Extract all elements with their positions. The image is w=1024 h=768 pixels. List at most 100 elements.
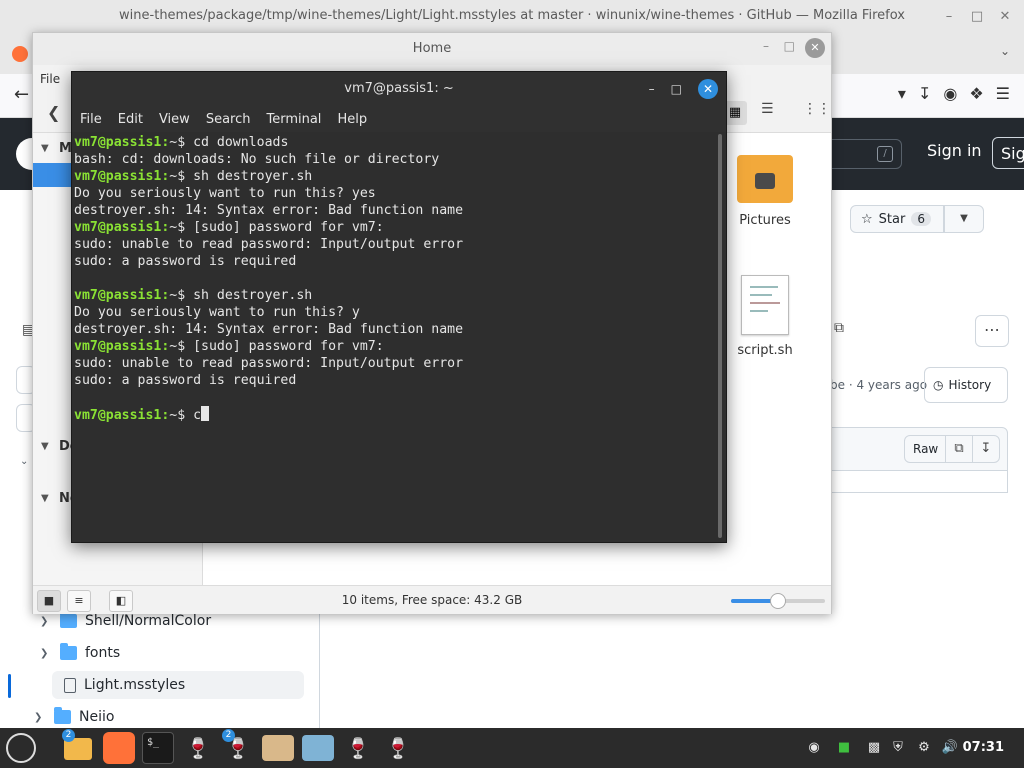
terminal-text: Do you seriously want to run this? yes bbox=[74, 186, 376, 201]
back-icon[interactable]: ← bbox=[14, 84, 29, 105]
terminal-line: vm7@passis1:~$ c bbox=[74, 406, 714, 423]
pictures-folder-icon bbox=[737, 155, 793, 203]
list-view-icon[interactable]: ☰ bbox=[761, 101, 774, 117]
raw-button[interactable]: Raw bbox=[904, 435, 948, 463]
terminal-line: bash: cd: downloads: No such file or dir… bbox=[74, 151, 714, 168]
collapse-icon[interactable]: ▼ bbox=[41, 143, 49, 154]
chevron-right-icon: ❯ bbox=[34, 711, 43, 723]
terminal-prompt-path: ~$ bbox=[169, 169, 194, 184]
maximize-icon[interactable]: □ bbox=[966, 6, 988, 28]
tree-item[interactable]: ❯ fonts bbox=[40, 639, 120, 667]
zoom-slider[interactable] bbox=[731, 593, 825, 609]
system-monitor-icon[interactable]: ■ bbox=[834, 738, 854, 758]
compact-view-icon[interactable]: ⋮⋮ bbox=[803, 101, 831, 117]
terminal-prompt: vm7@passis1: bbox=[74, 220, 170, 235]
files-launcher[interactable]: 2 bbox=[62, 729, 94, 764]
close-icon[interactable]: ✕ bbox=[994, 6, 1016, 28]
terminal-prompt-path: ~$ bbox=[169, 220, 194, 235]
wine-glasses-icon[interactable]: 🍷 bbox=[182, 732, 214, 764]
chevron-right-icon: ❯ bbox=[40, 615, 49, 627]
terminal-text: cd downloads bbox=[193, 135, 289, 150]
firefox-title: wine-themes/package/tmp/wine-themes/Ligh… bbox=[0, 0, 1024, 34]
pocket-icon[interactable]: ▾ bbox=[898, 84, 906, 103]
terminal-menu-help[interactable]: Help bbox=[329, 112, 375, 127]
file-tree: ❯ Shell/NormalColor ❯ fonts Light.msstyl… bbox=[0, 611, 320, 731]
terminal-launcher-icon[interactable]: $_ bbox=[142, 732, 174, 764]
search-shortcut-hint: / bbox=[877, 146, 893, 162]
terminal-line: sudo: a password is required bbox=[74, 372, 714, 389]
terminal-scrollbar[interactable] bbox=[718, 134, 722, 538]
tree-item-selected[interactable]: Light.msstyles bbox=[52, 671, 304, 699]
terminal-line: sudo: unable to read password: Input/out… bbox=[74, 236, 714, 253]
star-dropdown-icon[interactable]: ▼ bbox=[944, 205, 984, 233]
download-icon[interactable]: ↧ bbox=[918, 84, 931, 103]
minimize-icon[interactable]: – bbox=[649, 82, 655, 96]
close-icon[interactable]: ✕ bbox=[805, 38, 825, 58]
terminal-prompt-path: ~$ bbox=[169, 408, 194, 423]
terminal-line: sudo: unable to read password: Input/out… bbox=[74, 355, 714, 372]
terminal-menu-terminal[interactable]: Terminal bbox=[258, 112, 329, 127]
window-count-badge: 2 bbox=[62, 729, 75, 742]
terminal-output[interactable]: vm7@passis1:~$ cd downloads bash: cd: dow… bbox=[74, 132, 714, 540]
copy-path-icon[interactable]: ⧉ bbox=[834, 320, 844, 336]
maximize-icon[interactable]: □ bbox=[784, 39, 795, 53]
tree-item-label: Shell/NormalColor bbox=[85, 613, 212, 629]
star-button[interactable]: ☆ Star 6 bbox=[850, 205, 944, 233]
file-manager-statusbar: ■ ≡ ◧ 10 items, Free space: 43.2 GB bbox=[33, 585, 831, 614]
collapse-icon[interactable]: ▼ bbox=[41, 441, 49, 452]
start-menu-icon[interactable] bbox=[6, 733, 36, 763]
tree-item[interactable]: ❯ Neiio bbox=[34, 703, 114, 731]
sidebar-section-my-computer[interactable]: M bbox=[59, 141, 72, 156]
account-icon[interactable]: ◉ bbox=[943, 84, 957, 103]
clock[interactable]: 07:31 bbox=[963, 728, 1004, 768]
taskbar: 2 $_ 🍷 🍷 2 🍷 🍷 ◉ ■ ▩ ⛨ ⚙ 🔊 07:31 bbox=[0, 728, 1024, 768]
terminal-prompt: vm7@passis1: bbox=[74, 288, 170, 303]
terminal-text: sh destroyer.sh bbox=[193, 169, 313, 184]
sign-in-link[interactable]: Sign in bbox=[927, 141, 982, 160]
terminal-prompt: vm7@passis1: bbox=[74, 408, 170, 423]
shield-icon[interactable]: ⛨ bbox=[888, 738, 908, 758]
firefox-toolbar-icons: ▾ ↧ ◉ ❖ ☰ bbox=[898, 84, 1010, 103]
terminal-menu-view[interactable]: View bbox=[151, 112, 198, 127]
history-button[interactable]: ◷ History bbox=[924, 367, 1008, 403]
terminal-text: [sudo] password for vm7: bbox=[193, 220, 384, 235]
terminal-menu-file[interactable]: File bbox=[72, 112, 110, 127]
wine-launcher-icon[interactable]: 🍷 2 bbox=[222, 729, 254, 764]
copy-raw-icon[interactable]: ⧉ bbox=[945, 435, 973, 463]
zoom-handle[interactable] bbox=[770, 593, 786, 609]
file-item-script[interactable]: script.sh bbox=[729, 275, 801, 358]
terminal-line: vm7@passis1:~$ [sudo] password for vm7: bbox=[74, 219, 714, 236]
file-item-pictures[interactable]: Pictures bbox=[729, 155, 801, 228]
close-icon[interactable]: ✕ bbox=[698, 79, 718, 99]
terminal-menu-search[interactable]: Search bbox=[198, 112, 259, 127]
tree-expand-icon[interactable]: ⌄ bbox=[20, 456, 28, 467]
volume-icon[interactable]: 🔊 bbox=[940, 738, 960, 758]
more-options-icon[interactable]: ⋯ bbox=[975, 315, 1009, 347]
network-icon[interactable]: ⚙ bbox=[914, 738, 934, 758]
archive-icon[interactable] bbox=[262, 735, 294, 761]
terminal-prompt: vm7@passis1: bbox=[74, 169, 170, 184]
folder-icon bbox=[54, 707, 71, 724]
minimize-icon[interactable]: – bbox=[938, 6, 960, 28]
back-icon[interactable]: ❮ bbox=[47, 103, 60, 122]
sign-up-button[interactable]: Sig bbox=[992, 137, 1024, 169]
minimize-icon[interactable]: – bbox=[763, 39, 769, 53]
collapse-icon[interactable]: ▼ bbox=[41, 493, 49, 504]
wine-app-icon[interactable]: 🍷 bbox=[382, 732, 414, 764]
folder-icon bbox=[60, 611, 77, 628]
download-raw-icon[interactable]: ↧ bbox=[972, 435, 1000, 463]
terminal-menu-edit[interactable]: Edit bbox=[110, 112, 151, 127]
firefox-launcher-icon[interactable] bbox=[103, 732, 135, 764]
maximize-icon[interactable]: □ bbox=[671, 82, 682, 96]
firefox-logo-icon bbox=[12, 46, 28, 62]
chrome-tray-icon[interactable]: ◉ bbox=[804, 738, 824, 758]
terminal-text: destroyer.sh: 14: Syntax error: Bad func… bbox=[74, 322, 464, 337]
update-manager-icon[interactable]: ▩ bbox=[864, 738, 884, 758]
wine-config-icon[interactable] bbox=[302, 735, 334, 761]
wine-app-icon[interactable]: 🍷 bbox=[342, 732, 374, 764]
terminal-line: vm7@passis1:~$ sh destroyer.sh bbox=[74, 168, 714, 185]
menu-icon[interactable]: ☰ bbox=[996, 84, 1010, 103]
tab-list-icon[interactable]: ⌄ bbox=[1000, 44, 1010, 58]
extensions-icon[interactable]: ❖ bbox=[969, 84, 983, 103]
menu-file[interactable]: File bbox=[40, 72, 60, 86]
